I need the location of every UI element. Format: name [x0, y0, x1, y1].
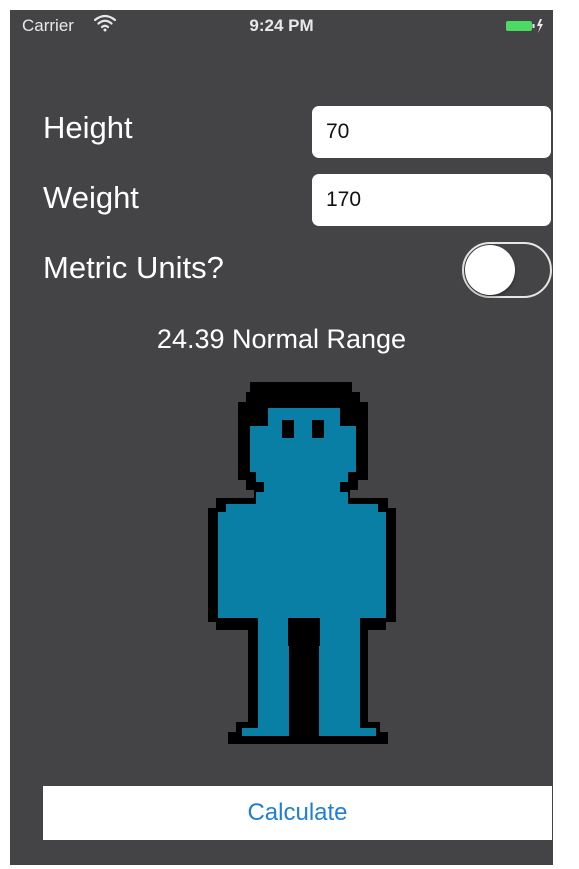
calculate-button[interactable]: Calculate — [43, 786, 552, 840]
pixel-person-icon — [208, 382, 396, 744]
app-screen: Carrier 9:24 PM Height Weight Metric Uni… — [10, 10, 553, 865]
